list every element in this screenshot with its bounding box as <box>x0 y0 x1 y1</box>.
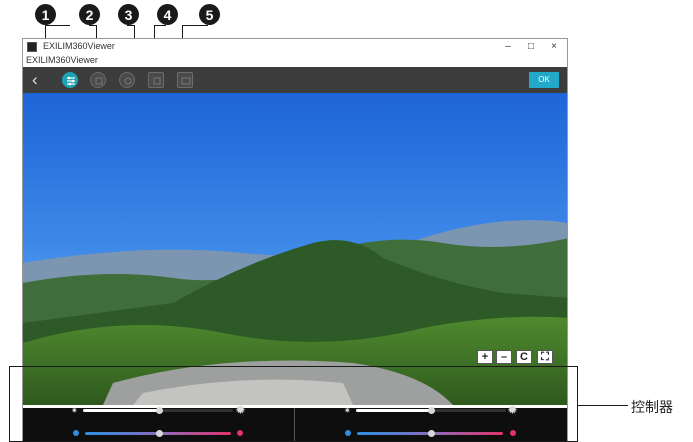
tool5-icon[interactable] <box>177 72 193 88</box>
reset-view-button[interactable]: C <box>516 350 532 364</box>
app-name: EXILIM360Viewer <box>26 55 98 65</box>
toolbar: ‹ OK <box>23 67 567 93</box>
app-name-row: EXILIM360Viewer <box>23 55 567 67</box>
controller-label: 控制器 <box>631 399 673 415</box>
back-button[interactable]: ‹ <box>32 70 38 90</box>
tool2-icon[interactable] <box>90 72 106 88</box>
tool4-icon[interactable] <box>148 72 164 88</box>
maximize-button[interactable]: □ <box>520 40 542 54</box>
controller-outline <box>9 366 578 442</box>
callout-5: 5 <box>199 4 220 25</box>
callout-2: 2 <box>79 4 100 25</box>
controller-leader-line <box>578 405 628 406</box>
callout-4: 4 <box>157 4 178 25</box>
app-icon <box>27 42 37 52</box>
minimize-button[interactable]: – <box>497 40 519 54</box>
title-bar: EXILIM360Viewer – □ × <box>23 39 567 55</box>
fullscreen-button[interactable]: ⛶ <box>537 350 553 364</box>
ok-button[interactable]: OK <box>529 72 559 88</box>
close-button[interactable]: × <box>543 40 565 54</box>
zoom-out-button[interactable]: – <box>496 350 512 364</box>
zoom-in-button[interactable]: + <box>477 350 493 364</box>
adjust-icon[interactable] <box>62 72 78 88</box>
callout-1: 1 <box>35 4 56 25</box>
window-title: EXILIM360Viewer <box>43 41 115 51</box>
callout-3: 3 <box>118 4 139 25</box>
tool3-icon[interactable] <box>119 72 135 88</box>
